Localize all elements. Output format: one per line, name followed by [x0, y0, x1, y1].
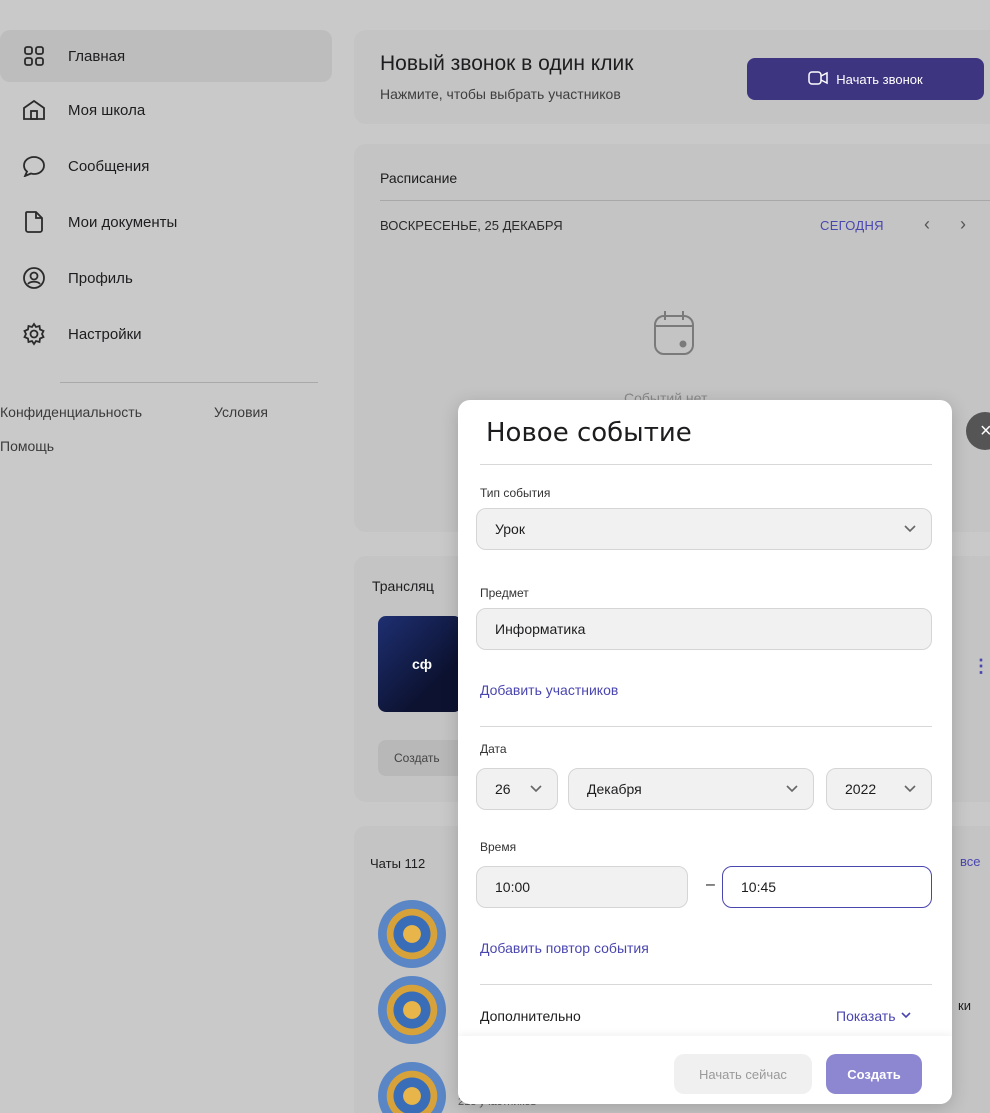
- extra-label: Дополнительно: [480, 1008, 581, 1024]
- terms-link[interactable]: Условия: [214, 404, 268, 420]
- event-type-value: Урок: [495, 521, 525, 537]
- modal-divider: [480, 984, 932, 985]
- chats-title: Чаты 112: [370, 856, 426, 871]
- start-call-button[interactable]: Начать звонок: [747, 58, 984, 100]
- day-select[interactable]: 26: [476, 768, 558, 810]
- video-camera-icon: [808, 70, 829, 88]
- modal-title: Новое событие: [486, 418, 692, 448]
- avatar[interactable]: [378, 1062, 446, 1113]
- start-call-label: Начать звонок: [836, 71, 923, 87]
- document-icon: [20, 208, 48, 236]
- year-select[interactable]: 2022: [826, 768, 932, 810]
- home-grid-icon: [20, 42, 48, 70]
- modal-divider: [480, 464, 932, 465]
- chats-all-link[interactable]: все: [960, 854, 981, 869]
- time-from-value: 10:00: [495, 879, 531, 895]
- sidebar-item-label: Главная: [68, 47, 126, 65]
- chevron-down-icon: [529, 781, 543, 795]
- time-to-value: 10:45: [741, 879, 777, 895]
- new-call-title: Новый звонок в один клик: [380, 52, 634, 75]
- chat-name-fragment: ки: [958, 998, 971, 1013]
- show-extra-toggle[interactable]: Показать: [836, 1008, 912, 1024]
- date-label: Дата: [480, 742, 507, 756]
- help-link[interactable]: Помощь: [0, 438, 54, 454]
- time-range-dash: –: [706, 876, 715, 893]
- sidebar-item-documents[interactable]: Мои документы: [0, 196, 332, 248]
- next-day-button[interactable]: ›: [960, 214, 966, 235]
- schedule-divider: [380, 200, 990, 201]
- sidebar-item-label: Мои документы: [68, 213, 178, 231]
- add-participants-link[interactable]: Добавить участников: [480, 682, 618, 698]
- chevron-down-icon: [903, 521, 917, 535]
- profile-icon: [20, 264, 48, 292]
- sidebar-item-school[interactable]: Моя школа: [0, 84, 332, 136]
- new-event-modal: Новое событие Тип события Урок Предмет И…: [458, 400, 952, 1104]
- stream-thumbnail[interactable]: сф: [378, 616, 462, 712]
- sidebar-item-label: Сообщения: [68, 157, 150, 175]
- day-value: 26: [495, 781, 511, 797]
- today-button[interactable]: СЕГОДНЯ: [820, 218, 884, 233]
- month-select[interactable]: Декабря: [568, 768, 814, 810]
- gear-icon: [20, 320, 48, 348]
- more-menu-icon[interactable]: ⋮: [972, 656, 990, 677]
- create-button[interactable]: Создать: [826, 1054, 922, 1094]
- sidebar-item-label: Моя школа: [68, 101, 146, 119]
- sidebar-item-profile[interactable]: Профиль: [0, 252, 332, 304]
- chat-bubble-icon: [20, 152, 48, 180]
- avatar[interactable]: [378, 900, 446, 968]
- chevron-down-icon: [903, 781, 917, 795]
- schedule-date: ВОСКРЕСЕНЬЕ, 25 ДЕКАБРЯ: [380, 218, 563, 233]
- year-value: 2022: [845, 781, 877, 797]
- sidebar-item-messages[interactable]: Сообщения: [0, 140, 332, 192]
- sidebar-item-label: Профиль: [68, 269, 133, 287]
- sidebar-item-home[interactable]: Главная: [0, 30, 332, 82]
- create-stream-button[interactable]: Создать: [378, 740, 468, 776]
- subject-label: Предмет: [480, 586, 529, 600]
- show-extra-label: Показать: [836, 1008, 896, 1024]
- time-to-input[interactable]: 10:45: [722, 866, 932, 908]
- month-value: Декабря: [587, 781, 642, 797]
- event-type-select[interactable]: Урок: [476, 508, 932, 550]
- modal-footer: Начать сейчас Создать: [458, 1036, 952, 1104]
- time-from-input[interactable]: 10:00: [476, 866, 688, 908]
- privacy-link[interactable]: Конфиденциальность: [0, 404, 142, 420]
- sidebar-divider: [60, 382, 318, 383]
- event-type-label: Тип события: [480, 486, 551, 500]
- calendar-icon: [652, 308, 696, 363]
- subject-value: Информатика: [495, 621, 586, 637]
- sidebar-item-label: Настройки: [68, 325, 142, 343]
- schedule-title: Расписание: [380, 170, 458, 186]
- modal-divider: [480, 726, 932, 727]
- sidebar: Главная Моя школа Сообщения Мои документ…: [0, 0, 340, 1113]
- chevron-down-icon: [900, 1008, 912, 1024]
- new-call-card: Новый звонок в один клик Нажмите, чтобы …: [354, 30, 990, 124]
- subject-input[interactable]: Информатика: [476, 608, 932, 650]
- avatar[interactable]: [378, 976, 446, 1044]
- sferum-logo: сф: [412, 656, 433, 672]
- chevron-down-icon: [785, 781, 799, 795]
- add-repeat-link[interactable]: Добавить повтор события: [480, 940, 649, 956]
- streams-title: Трансляц: [372, 578, 434, 594]
- sidebar-item-settings[interactable]: Настройки: [0, 308, 332, 360]
- new-call-subtitle[interactable]: Нажмите, чтобы выбрать участников: [380, 86, 621, 102]
- prev-day-button[interactable]: ‹: [924, 214, 930, 235]
- start-now-button[interactable]: Начать сейчас: [674, 1054, 812, 1094]
- school-icon: [20, 96, 48, 124]
- time-label: Время: [480, 840, 517, 854]
